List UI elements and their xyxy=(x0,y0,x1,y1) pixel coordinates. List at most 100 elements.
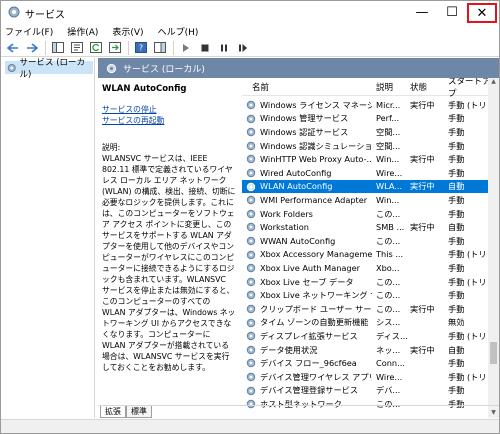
column-header-description[interactable]: 説明 xyxy=(376,81,393,93)
service-gear-icon xyxy=(246,141,256,150)
scroll-thumb[interactable] xyxy=(490,342,497,364)
scroll-up-icon[interactable]: ▲ xyxy=(489,78,498,87)
service-row[interactable]: WinHTTP Web Proxy Auto-... Win... 実行中 手動 xyxy=(242,152,488,166)
service-row[interactable]: ディスプレイ拡張サービス ディス... 手動 (トリ xyxy=(242,329,488,343)
service-gear-icon xyxy=(246,359,256,368)
service-description-cell: SMB ... xyxy=(376,222,405,233)
stop-icon xyxy=(201,44,209,51)
service-description-cell: ネッ... xyxy=(376,344,401,355)
service-row[interactable]: デバイス管理ワイヤレス アプリケ... Wire... 手動 (トリ xyxy=(242,370,488,384)
service-row[interactable]: Windows ライセンス マネージャ... Micr... 実行中 手動 (トリ xyxy=(242,98,488,112)
service-name-cell: Windows ライセンス マネージャ... xyxy=(260,99,372,110)
title-bar[interactable]: サービス — ☐ ✕ xyxy=(1,1,499,23)
service-status-cell: 実行中 xyxy=(410,99,435,110)
service-row[interactable]: WWAN AutoConfig この... 手動 xyxy=(242,234,488,248)
refresh-button[interactable] xyxy=(88,41,104,55)
service-gear-icon xyxy=(246,331,256,341)
tree-item-services-local[interactable]: サービス (ローカル) xyxy=(5,58,93,80)
service-row[interactable]: WLAN AutoConfig WLA... 実行中 自動 xyxy=(242,179,488,194)
stop-service-link[interactable]: サービスの停止 xyxy=(102,104,236,115)
help-icon: ? xyxy=(135,42,147,53)
start-service-button[interactable] xyxy=(178,41,194,55)
tab-extended[interactable]: 拡張 xyxy=(100,406,126,418)
properties-button[interactable] xyxy=(69,41,85,55)
service-gear-icon xyxy=(246,127,256,137)
service-gear-icon xyxy=(246,195,256,205)
action-pane-button[interactable] xyxy=(152,41,168,55)
console-tree: サービス (ローカル) xyxy=(3,58,95,418)
menu-file[interactable]: ファイル(F) xyxy=(5,25,53,38)
service-startup-cell: 自動 xyxy=(448,344,465,355)
service-row[interactable]: デバイス管理登録サービス デバ... 手動 xyxy=(242,384,488,398)
service-gear-icon xyxy=(246,114,256,123)
vertical-scrollbar[interactable]: ▲ ▼ xyxy=(488,78,499,418)
tab-standard[interactable]: 標準 xyxy=(126,406,152,418)
service-name-cell: WMI Performance Adapter xyxy=(260,194,368,205)
column-header-row: 名前 説明 状態 スタートアップ xyxy=(242,78,499,99)
services-list: 名前 説明 状態 スタートアップ Windows ライセンス マネージャ... M… xyxy=(242,78,499,418)
service-row[interactable]: Xbox Live ネットワーキング サー... この... 手動 xyxy=(242,288,488,302)
status-bar xyxy=(1,419,499,433)
column-header-status[interactable]: 状態 xyxy=(410,81,427,93)
service-description-cell: Wire... xyxy=(376,371,403,382)
service-startup-cell: 手動 (トリ xyxy=(448,330,487,341)
export-list-button[interactable] xyxy=(107,41,123,55)
restart-icon xyxy=(239,43,247,52)
service-description-cell: This ... xyxy=(376,249,404,260)
service-row[interactable]: WMI Performance Adapter Win... 手動 xyxy=(242,193,488,207)
pane-title: サービス (ローカル) xyxy=(123,64,205,75)
service-name-cell: Windows 認証サービス xyxy=(260,126,349,137)
services-gear-icon xyxy=(8,6,20,18)
service-startup-cell: 自動 xyxy=(448,181,465,192)
service-description-cell: この... xyxy=(376,208,401,219)
menu-action[interactable]: 操作(A) xyxy=(67,25,98,38)
maximize-icon: ☐ xyxy=(446,4,458,20)
forward-button[interactable] xyxy=(24,41,40,55)
service-name-cell: デバイス管理登録サービス xyxy=(260,385,359,396)
show-hide-tree-button[interactable] xyxy=(50,41,66,55)
service-gear-icon xyxy=(246,318,256,327)
minimize-button[interactable]: — xyxy=(407,1,437,23)
stop-service-button[interactable] xyxy=(197,41,213,55)
services-gear-icon xyxy=(106,63,117,73)
service-status-cell: 実行中 xyxy=(410,181,435,192)
service-row[interactable]: Windows 管理サービス Perf... 手動 xyxy=(242,112,488,126)
service-row[interactable]: クリップボード ユーザー サービス... この... 実行中 手動 xyxy=(242,302,488,316)
service-startup-cell: 手動 xyxy=(448,385,465,396)
service-startup-cell: 手動 xyxy=(448,113,465,124)
service-startup-cell: 手動 xyxy=(448,290,465,301)
service-row[interactable]: データ使用状況 ネッ... 実行中 自動 xyxy=(242,343,488,357)
service-row[interactable]: Xbox Live セーブ データ この... 手動 (トリ xyxy=(242,275,488,289)
service-row[interactable]: デバイス フロー_96cf6ea Conn... 手動 xyxy=(242,356,488,370)
service-status-cell: 実行中 xyxy=(410,303,435,314)
menu-view[interactable]: 表示(V) xyxy=(112,25,143,38)
service-gear-icon xyxy=(246,386,256,395)
maximize-button[interactable]: ☐ xyxy=(437,1,467,23)
service-row[interactable]: Windows 認証サービス 空間... 手動 xyxy=(242,125,488,139)
description-panel: WLAN AutoConfig サービスの停止 サービスの再起動 説明: WLA… xyxy=(98,78,240,418)
menu-help[interactable]: ヘルプ(H) xyxy=(158,25,199,38)
service-description-cell: ディス... xyxy=(376,330,408,341)
help-button[interactable]: ? xyxy=(133,41,149,55)
restart-service-link[interactable]: サービスの再起動 xyxy=(102,115,236,126)
service-name-cell: WinHTTP Web Proxy Auto-... xyxy=(260,154,372,165)
service-row[interactable]: Xbox Live Auth Manager Xbo... 手動 xyxy=(242,261,488,275)
close-icon: ✕ xyxy=(476,5,488,21)
menu-bar: ファイル(F) 操作(A) 表示(V) ヘルプ(H) xyxy=(1,23,499,39)
column-header-name[interactable]: 名前 xyxy=(252,81,269,93)
service-row[interactable]: Wired AutoConfig Wire... 手動 xyxy=(242,166,488,180)
service-startup-cell: 手動 xyxy=(448,303,465,314)
service-row[interactable]: タイム ゾーンの自動更新機能 シス... 無効 xyxy=(242,316,488,330)
close-button[interactable]: ✕ xyxy=(467,3,497,23)
service-name-cell: Xbox Accessory Manageme... xyxy=(260,249,372,260)
restart-service-button[interactable] xyxy=(235,41,251,55)
properties-icon xyxy=(71,42,83,53)
service-name-cell: Workstation xyxy=(260,222,309,233)
back-button[interactable] xyxy=(5,41,21,55)
service-row[interactable]: Windows 認識シミュレーション ... 空間... 手動 xyxy=(242,139,488,153)
service-row[interactable]: Workstation SMB ... 実行中 自動 xyxy=(242,220,488,234)
service-row[interactable]: Xbox Accessory Manageme... This ... 手動 (トリ xyxy=(242,248,488,262)
pause-service-button[interactable] xyxy=(216,41,232,55)
service-row[interactable]: Work Folders この... 手動 xyxy=(242,207,488,221)
service-startup-cell: 手動 xyxy=(448,126,465,137)
